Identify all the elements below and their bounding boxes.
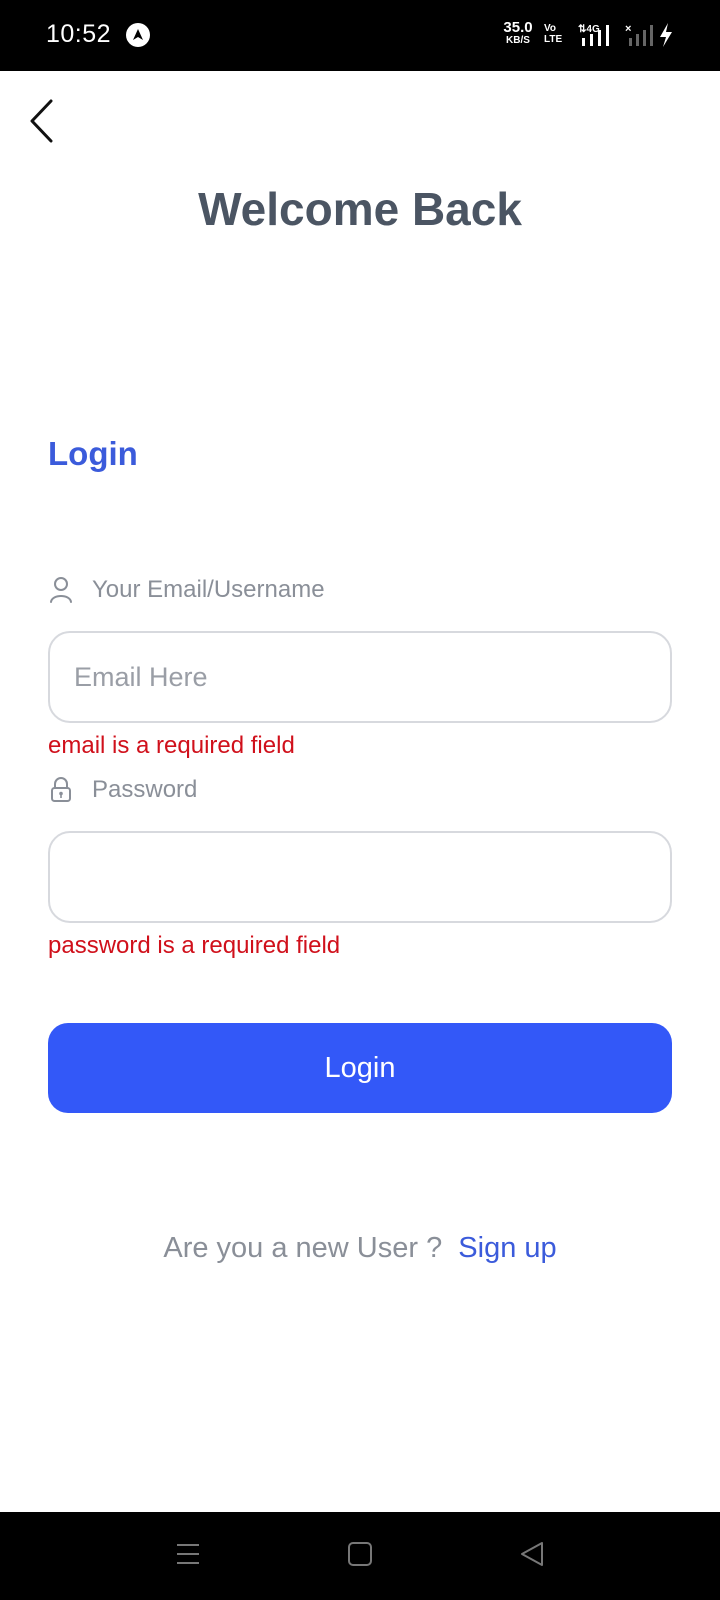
page-title: Welcome Back <box>198 183 522 235</box>
volte-indicator: Vo LTE <box>544 23 570 45</box>
lock-icon <box>48 776 74 804</box>
login-heading: Login <box>48 435 138 472</box>
email-label-text: Your Email/Username <box>92 576 325 603</box>
status-icons: 35.0 KB/S Vo LTE ⇅4G × <box>480 0 720 71</box>
navigation-arrow-icon <box>126 23 150 47</box>
password-input[interactable] <box>48 831 672 923</box>
login-button[interactable]: Login <box>48 1023 672 1113</box>
signal-strength-icon: ⇅4G <box>578 22 618 53</box>
signup-row: Are you a new User ? Sign up <box>0 1232 720 1265</box>
back-button[interactable] <box>22 98 62 148</box>
triangle-back-icon <box>519 1541 545 1572</box>
no-signal-icon: × <box>625 22 655 53</box>
email-input[interactable] <box>48 631 672 723</box>
user-icon <box>48 576 74 604</box>
system-nav-bar <box>0 1512 720 1600</box>
volte-top-label: Vo <box>544 23 557 34</box>
network-speed-value: 35.0 <box>503 19 533 36</box>
password-error: password is a required field <box>48 932 341 959</box>
menu-icon <box>175 1541 201 1572</box>
network-speed-unit: KB/S <box>506 35 530 46</box>
battery-charging-icon <box>658 22 674 53</box>
email-label: Your Email/Username <box>48 576 325 604</box>
password-label-text: Password <box>92 776 198 803</box>
signup-prompt: Are you a new User ? <box>163 1232 443 1264</box>
svg-text:×: × <box>625 23 631 35</box>
email-error: email is a required field <box>48 732 295 759</box>
password-label: Password <box>48 776 197 804</box>
svg-text:⇅4G: ⇅4G <box>578 24 600 35</box>
signup-link[interactable]: Sign up <box>458 1232 556 1264</box>
back-nav-button[interactable] <box>512 1536 552 1576</box>
menu-button[interactable] <box>168 1536 208 1576</box>
volte-bottom-label: LTE <box>544 34 563 45</box>
status-bar: 10:52 35.0 KB/S Vo LTE ⇅4G × <box>0 0 720 71</box>
network-speed: 35.0 KB/S <box>500 20 536 46</box>
home-square-icon <box>347 1541 373 1572</box>
login-screen: 10:52 35.0 KB/S Vo LTE ⇅4G × Welcome Bac… <box>0 0 720 1600</box>
chevron-left-icon <box>27 98 57 149</box>
home-button[interactable] <box>340 1536 380 1576</box>
status-time: 10:52 <box>46 20 112 48</box>
